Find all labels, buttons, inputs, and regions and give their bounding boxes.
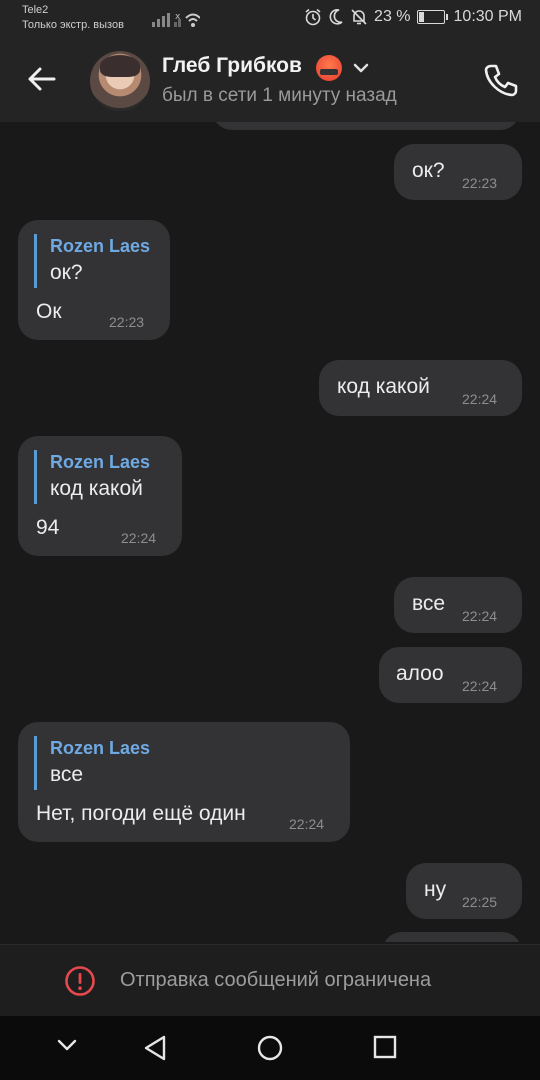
reply-text: все	[50, 763, 84, 786]
message-outgoing[interactable]: ну 22:25	[406, 863, 522, 919]
message-text: 94	[36, 516, 60, 539]
message-text: код какой	[337, 375, 430, 398]
carrier-name: Tele2	[22, 4, 49, 16]
message-text: ну	[424, 878, 447, 901]
message-outgoing[interactable]: все 22:24	[394, 577, 522, 633]
message-outgoing[interactable]: ок? 22:23	[394, 144, 522, 200]
signal-icon: x	[152, 12, 200, 27]
status-bar: Tele2 Только экстр. вызов x 23 % 10:30 P…	[0, 0, 540, 40]
message-time: 22:24	[121, 530, 157, 546]
message-text: ок?	[412, 159, 445, 182]
message-bubble-partial	[382, 932, 522, 942]
last-seen-status: был в сети 1 минуту назад	[162, 85, 397, 106]
mute-bell-icon	[351, 9, 367, 25]
nav-back-icon[interactable]	[142, 1034, 168, 1062]
reply-author: Rozen Laes	[50, 452, 151, 472]
message-incoming[interactable]: Rozen Laes ок? Ок 22:23	[18, 220, 170, 340]
chevron-down-icon[interactable]	[352, 62, 370, 74]
reply-quote[interactable]: Rozen Laes ок?	[34, 234, 150, 288]
clock: 10:30 PM	[453, 8, 522, 25]
message-outgoing[interactable]: код какой 22:24	[319, 360, 522, 416]
warning-icon	[65, 966, 95, 996]
reply-quote[interactable]: Rozen Laes все	[34, 736, 150, 790]
nav-recents-icon[interactable]	[372, 1034, 398, 1060]
avatar[interactable]	[90, 51, 150, 111]
phone-call-icon[interactable]	[480, 60, 520, 100]
reply-text: код какой	[50, 477, 143, 500]
message-time: 22:24	[289, 816, 325, 832]
message-time: 22:23	[109, 314, 145, 330]
alarm-icon	[305, 8, 321, 26]
message-text: алоо	[396, 662, 444, 685]
message-time: 22:25	[462, 894, 498, 910]
moon-icon	[329, 9, 343, 25]
battery-fill	[418, 12, 425, 22]
message-text: Нет, погоди ещё один	[36, 802, 246, 825]
reply-quote[interactable]: Rozen Laes код какой	[34, 450, 150, 504]
restriction-banner: Отправка сообщений ограничена	[0, 944, 540, 1016]
battery-icon	[416, 10, 448, 24]
cursing-face-emoji-icon	[316, 55, 342, 81]
reply-text: ок?	[50, 261, 83, 284]
message-time: 22:23	[462, 175, 498, 191]
nav-home-icon[interactable]	[256, 1034, 284, 1062]
message-incoming[interactable]: Rozen Laes код какой 94 22:24	[18, 436, 182, 556]
reply-author: Rozen Laes	[50, 738, 151, 758]
reply-author: Rozen Laes	[50, 236, 151, 256]
message-text: Ок	[36, 300, 62, 323]
message-incoming[interactable]: Rozen Laes все Нет, погоди ещё один 22:2…	[18, 722, 350, 842]
message-outgoing[interactable]: алоо 22:24	[379, 647, 522, 703]
message-time: 22:24	[462, 608, 498, 624]
hide-keyboard-icon[interactable]	[56, 1038, 78, 1052]
message-time: 22:24	[462, 391, 498, 407]
back-arrow-icon[interactable]	[24, 62, 58, 96]
system-nav-bar	[0, 1016, 540, 1080]
carrier-status: Только экстр. вызов	[22, 19, 124, 31]
message-time: 22:24	[462, 678, 498, 694]
message-bubble-partial	[212, 122, 520, 130]
contact-name[interactable]: Глеб Грибков	[162, 54, 302, 78]
carrier-info: Tele2 Только экстр. вызов	[22, 3, 124, 33]
restriction-text: Отправка сообщений ограничена	[120, 969, 432, 991]
message-text: все	[412, 592, 446, 615]
battery-percent: 23 %	[374, 8, 411, 25]
message-list[interactable]: ок? 22:23 Rozen Laes ок? Ок 22:23 код ка…	[0, 122, 540, 942]
chat-header: Глеб Грибков был в сети 1 минуту назад	[0, 40, 540, 122]
